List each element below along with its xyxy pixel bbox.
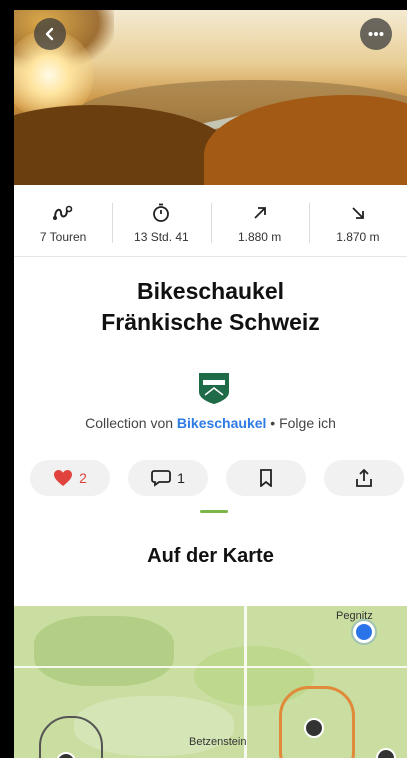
tab-indicator xyxy=(200,510,228,513)
follow-status[interactable]: • Folge ich xyxy=(266,415,336,431)
stat-descent-value: 1.870 m xyxy=(336,230,380,244)
collection-title-line2: Fränkische Schweiz xyxy=(101,309,320,335)
comment-count: 1 xyxy=(177,470,185,486)
app-frame: 7 Touren 13 Std. 41 1.880 m 1.870 m Bike… xyxy=(14,10,407,758)
like-count: 2 xyxy=(79,470,87,486)
tour-start-pin[interactable] xyxy=(304,718,324,738)
more-dots-icon xyxy=(368,32,384,36)
tour-route-icon xyxy=(53,205,73,220)
action-bar: 2 1 xyxy=(30,460,404,496)
comment-button[interactable]: 1 xyxy=(128,460,208,496)
share-icon xyxy=(356,469,372,487)
hero-image xyxy=(14,10,407,185)
map-road xyxy=(14,666,407,668)
stat-duration-value: 13 Std. 41 xyxy=(134,230,189,244)
author-link[interactable]: Bikeschaukel xyxy=(177,415,267,431)
comment-icon xyxy=(151,470,171,487)
map-section-title: Auf der Karte xyxy=(147,545,274,567)
heart-icon xyxy=(54,470,73,486)
descent-arrow-icon xyxy=(352,207,364,219)
more-options-button[interactable] xyxy=(360,18,392,50)
stat-tours-value: 7 Touren xyxy=(39,230,87,244)
stat-tours: 7 Touren xyxy=(14,195,112,251)
bookmark-icon xyxy=(260,469,272,487)
map-town-label: Pegnitz xyxy=(336,610,373,622)
back-button[interactable] xyxy=(34,18,66,50)
divider xyxy=(14,256,407,257)
bookmark-button[interactable] xyxy=(226,460,306,496)
stat-ascent-value: 1.880 m xyxy=(237,230,282,244)
location-marker[interactable] xyxy=(353,621,375,643)
like-button[interactable]: 2 xyxy=(30,460,110,496)
map-town-label: Betzenstein xyxy=(189,736,247,748)
map-view[interactable]: Pegnitz Betzenstein xyxy=(14,606,407,758)
stats-bar: 7 Touren 13 Std. 41 1.880 m 1.870 m xyxy=(14,195,407,251)
collection-title: Bikeschaukel Fränkische Schweiz xyxy=(14,276,407,338)
tour-start-pin[interactable] xyxy=(376,748,396,758)
stat-duration: 13 Std. 41 xyxy=(112,195,210,251)
stat-descent: 1.870 m xyxy=(308,195,407,251)
chevron-left-icon xyxy=(45,27,54,41)
ascent-arrow-icon xyxy=(253,207,266,219)
collection-title-line1: Bikeschaukel xyxy=(136,278,285,304)
stopwatch-icon xyxy=(153,203,170,222)
bikeschaukel-logo[interactable] xyxy=(196,370,232,406)
collection-byline: Collection von Bikeschaukel • Folge ich xyxy=(14,415,407,431)
byline-prefix: Collection von xyxy=(85,415,177,431)
stat-ascent: 1.880 m xyxy=(210,195,309,251)
share-button[interactable] xyxy=(324,460,404,496)
